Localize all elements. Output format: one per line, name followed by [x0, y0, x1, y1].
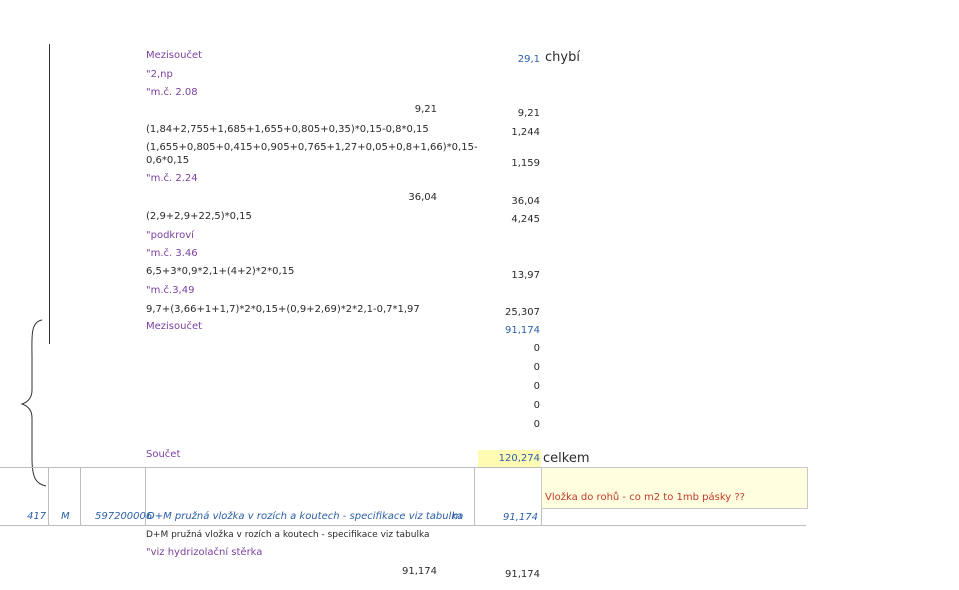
detail-total: 91,174 — [505, 569, 540, 580]
left-border-line — [49, 44, 50, 344]
row-total: 91,174 — [505, 325, 540, 336]
row-label: Mezisoučet — [146, 321, 203, 332]
sum-total: 120,274 — [498, 453, 540, 464]
row-total: 1,159 — [511, 158, 540, 169]
row-formula: 6,5+3*0,9*2,1+(4+2)*2*0,15 — [146, 266, 295, 277]
item-code: 597200006 — [95, 511, 153, 522]
zero-value: 0 — [533, 362, 540, 373]
grid-line — [0, 525, 806, 526]
zero-value: 0 — [533, 419, 540, 430]
row-label: "podkroví — [146, 230, 194, 241]
detail-reference: "viz hydrizolační stěrka — [146, 547, 263, 558]
row-total: 4,245 — [511, 214, 540, 225]
row-formula: (1,655+0,805+0,415+0,905+0,765+1,27+0,05… — [146, 142, 478, 153]
zero-value: 0 — [533, 400, 540, 411]
missing-note: chybí — [545, 50, 580, 65]
item-number: 417 — [27, 511, 47, 522]
row-formula: (1,84+2,755+1,685+1,655+0,805+0,35)*0,15… — [146, 124, 429, 135]
sum-label: Součet — [146, 449, 181, 460]
grid-line — [48, 467, 49, 525]
row-total: 9,21 — [517, 108, 540, 119]
row-formula: (2,9+2,9+22,5)*0,15 — [146, 211, 252, 222]
row-label: "m.č. 2.08 — [146, 87, 198, 98]
row-total: 29,1 — [517, 54, 540, 65]
item-description: D+M pružná vložka v rozích a koutech - s… — [147, 511, 464, 522]
comment-text: Vložka do rohů - co m2 to 1mb pásky ?? — [545, 492, 745, 503]
row-formula: 9,7+(3,66+1+1,7)*2*0,15+(0,9+2,69)*2*2,1… — [146, 304, 420, 315]
row-label: "m.č. 2.24 — [146, 173, 198, 184]
row-formula-continued: 0,6*0,15 — [146, 155, 190, 166]
row-amount: 9,21 — [414, 104, 437, 115]
zero-value: 0 — [533, 381, 540, 392]
detail-amount: 91,174 — [402, 566, 437, 577]
row-label: "m.č.3,49 — [146, 285, 195, 296]
row-total: 36,04 — [511, 196, 540, 207]
row-total: 1,244 — [511, 127, 540, 138]
row-amount: 36,04 — [408, 192, 437, 203]
row-total: 25,307 — [505, 307, 540, 318]
sum-note: celkem — [543, 451, 590, 466]
zero-value: 0 — [533, 343, 540, 354]
item-quantity: 91,174 — [503, 512, 538, 523]
row-label: "2,np — [146, 69, 173, 80]
detail-description: D+M pružná vložka v rozích a koutech - s… — [146, 530, 430, 540]
grid-line — [80, 467, 81, 525]
row-total: 13,97 — [511, 270, 540, 281]
row-label: Mezisoučet — [146, 50, 203, 61]
brace-icon — [20, 319, 47, 487]
row-label: "m.č. 3.46 — [146, 248, 198, 259]
item-type: M — [61, 511, 70, 522]
